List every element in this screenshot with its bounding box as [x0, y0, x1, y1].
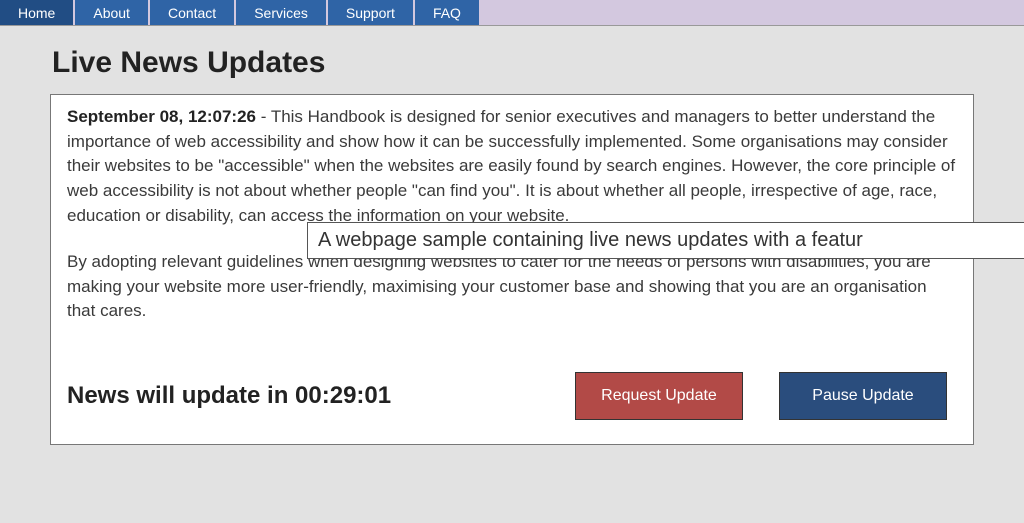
- button-row: Request Update Pause Update: [575, 372, 947, 420]
- page-title: Live News Updates: [52, 46, 1024, 80]
- countdown-prefix: News will update in: [67, 382, 295, 409]
- top-nav: Home About Contact Services Support FAQ: [0, 0, 1024, 26]
- nav-support[interactable]: Support: [328, 0, 413, 25]
- news-box: September 08, 12:07:26 - This Handbook i…: [50, 94, 974, 445]
- nav-services[interactable]: Services: [236, 0, 326, 25]
- countdown-text: News will update in 00:29:01: [67, 382, 391, 410]
- update-row: News will update in 00:29:01 Request Upd…: [67, 372, 957, 420]
- nav-contact[interactable]: Contact: [150, 0, 234, 25]
- nav-about[interactable]: About: [75, 0, 148, 25]
- news-timestamp: September 08, 12:07:26: [67, 107, 256, 126]
- news-para2: By adopting relevant guidelines when des…: [67, 250, 957, 324]
- nav-faq[interactable]: FAQ: [415, 0, 479, 25]
- news-sep: -: [261, 107, 271, 126]
- tooltip: A webpage sample containing live news up…: [307, 222, 1024, 259]
- nav-spacer: [481, 0, 1024, 25]
- countdown-time: 00:29:01: [295, 382, 391, 409]
- nav-home[interactable]: Home: [0, 0, 73, 25]
- pause-update-button[interactable]: Pause Update: [779, 372, 947, 420]
- request-update-button[interactable]: Request Update: [575, 372, 743, 420]
- news-body: September 08, 12:07:26 - This Handbook i…: [67, 105, 957, 324]
